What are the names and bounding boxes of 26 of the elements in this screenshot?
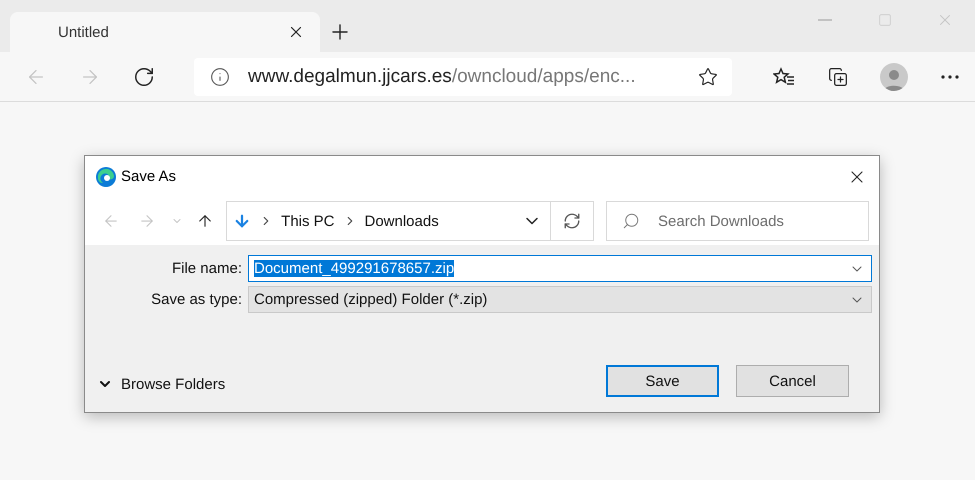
maximize-icon [878,13,892,27]
dialog-button[interactable]: Cancel [736,365,849,397]
dialog-button[interactable]: Save [606,365,719,397]
more-icon [941,74,959,78]
browser-logo-icon [95,166,117,188]
browser-tab[interactable]: Untitled [10,12,320,52]
minimize-icon [818,19,832,21]
search-icon [622,212,640,230]
download-folder-icon [233,212,252,230]
browse-folders-toggle[interactable]: Browse Folders [97,376,226,392]
refresh-icon [563,212,582,230]
search-field[interactable]: Search Downloads [606,201,870,241]
breadcrumb-item[interactable]: Downloads [364,212,439,230]
url-text: www.degalmun.jjcars.es/owncloud/apps/enc... [248,66,637,88]
info-icon [210,66,230,86]
dialog-title: Save As [121,168,178,185]
profile-avatar[interactable] [880,62,908,90]
field-label: File name: [170,260,242,277]
reload-icon [133,66,155,88]
field-label: Save as type: [150,291,242,308]
address-path-bar[interactable]: This PC Downloads [226,201,594,241]
address-bar[interactable]: www.degalmun.jjcars.es/owncloud/apps/enc... [194,58,732,96]
file-name-field[interactable]: Document_499291678657.zip [248,255,872,282]
breadcrumb-item[interactable]: This PC [281,212,334,230]
file-type-dropdown[interactable]: Compressed (zipped) Folder (*.zip) [248,286,872,313]
collections-icon [828,66,848,86]
